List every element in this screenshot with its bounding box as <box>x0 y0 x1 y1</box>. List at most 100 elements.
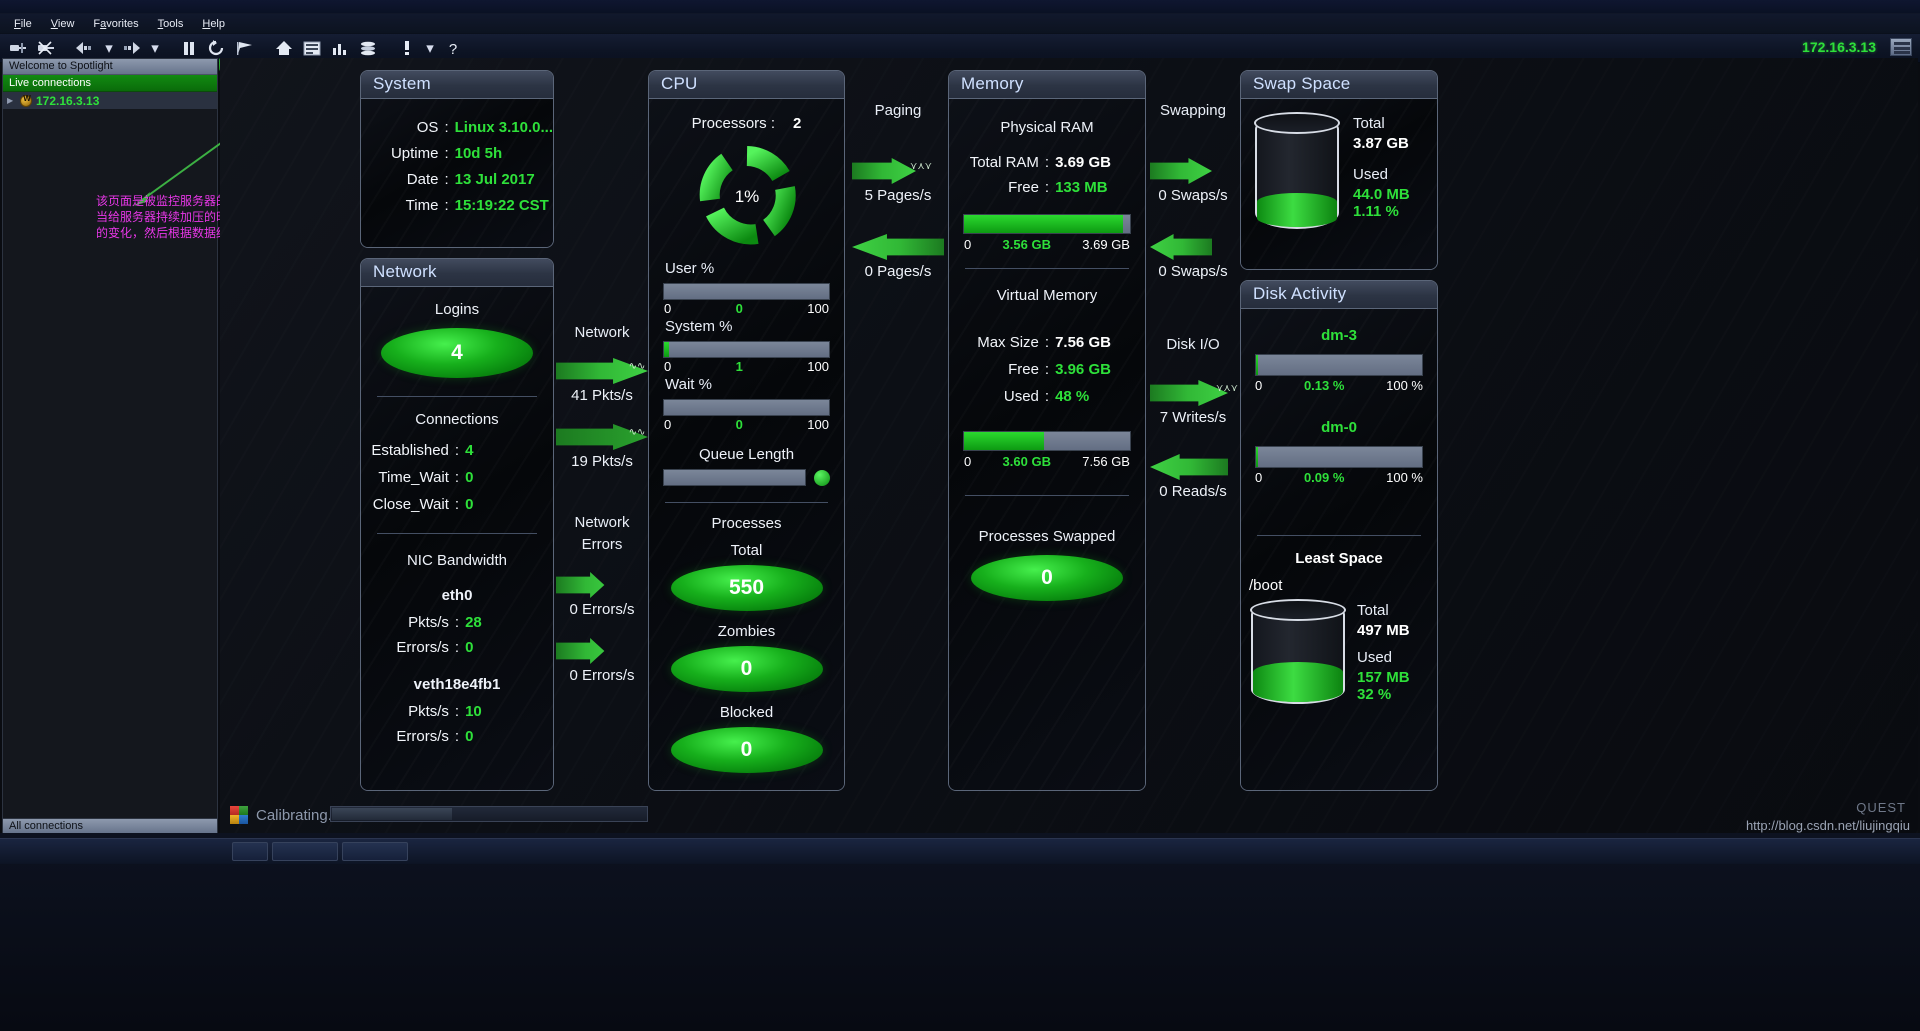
warning-icon <box>20 94 33 107</box>
menu-item-tools[interactable]: Tools <box>150 16 192 32</box>
nic-0-pkts-label: Pkts/s <box>408 614 449 631</box>
grid-icon[interactable] <box>299 36 325 60</box>
panel-network-body: Logins 4 Connections Established : 4 Tim… <box>361 287 553 790</box>
swap-used-value: 44.0 MB <box>1353 186 1410 203</box>
disk-dev-0-max: 100 % <box>1386 378 1423 393</box>
cpu-gauge-value-text: 1% <box>734 187 759 206</box>
tree-node-label: 172.16.3.13 <box>36 93 100 108</box>
taskbar-item-2[interactable] <box>272 842 338 861</box>
spotlight-window: File View Favorites Tools Help ▾ ▾ ▾ ? 1… <box>0 0 1920 1031</box>
database-icon[interactable] <box>355 36 381 60</box>
tree-group-live-connections[interactable]: Live connections <box>3 75 217 92</box>
proc-blocked-label: Blocked <box>719 704 774 721</box>
back-dropdown-icon[interactable]: ▾ <box>101 36 117 60</box>
sparkline-icon: ∿∿ <box>628 361 646 372</box>
nic-0-name: eth0 <box>441 587 473 604</box>
calibrating-label: Calibrating... <box>256 806 341 824</box>
refresh-icon[interactable] <box>204 36 230 60</box>
panel-swap-space: Swap Space Total 3.87 GB Used 44.0 MB 1.… <box>1240 70 1438 270</box>
alarm-icon[interactable] <box>394 36 420 60</box>
panel-memory-title: Memory <box>949 71 1145 99</box>
disk-dev-1-mid: 0.09 % <box>1303 470 1345 485</box>
chevron-right-icon[interactable]: ▶ <box>7 96 16 105</box>
sparkline-icon-disk: ⋎⋏⋎ <box>1216 383 1238 394</box>
taskbar-item-1[interactable] <box>232 842 268 861</box>
help-icon[interactable]: ? <box>440 36 466 60</box>
flow-neterr-label-1: Network <box>574 514 630 531</box>
flow-network-arrow-in[interactable]: ∿∿ <box>556 424 648 450</box>
network-logins-value: 4 <box>451 341 463 364</box>
flow-swapping-arrow-in[interactable] <box>1150 234 1236 260</box>
panel-memory: Memory Physical RAM Total RAM : 3.69 GB … <box>948 70 1146 791</box>
memory-divider-2 <box>965 495 1129 496</box>
swap-total-value: 3.87 GB <box>1353 135 1409 152</box>
proc-total-value: 550 <box>728 576 765 599</box>
back-icon[interactable] <box>73 36 99 60</box>
menu-item-view[interactable]: View <box>43 16 83 32</box>
disconnect-icon[interactable] <box>34 36 60 60</box>
swap-used-label: Used <box>1353 166 1389 183</box>
nic-1-err-colon: : <box>454 728 460 745</box>
flow-swapping: Swapping 0 Swaps/s 0 Swaps/s <box>1150 100 1236 280</box>
flow-diskio-arrow-reads[interactable] <box>1150 454 1236 480</box>
cpu-wait-bar <box>663 399 830 416</box>
forward-icon[interactable] <box>119 36 145 60</box>
panel-system-title: System <box>361 71 553 99</box>
vm-max-colon: : <box>1044 334 1050 351</box>
nic-0-err-value: 0 <box>465 639 474 656</box>
nic-1-pkts-value: 10 <box>465 703 482 720</box>
network-logins-gauge: 4 <box>381 328 533 378</box>
tree-header[interactable]: Welcome to Spotlight <box>3 59 217 75</box>
panel-cpu-body: Processors : 2 1% User % 0 0 100 System … <box>649 99 844 790</box>
disk-dev-1-max: 100 % <box>1386 470 1423 485</box>
flow-network-arrow-out[interactable]: ∿∿ <box>556 358 648 384</box>
flow-swapping-arrow-out[interactable] <box>1150 158 1236 184</box>
cpu-system-label: System % <box>665 318 733 335</box>
memory-virtual-label: Virtual Memory <box>996 287 1098 304</box>
forward-dropdown-icon[interactable]: ▾ <box>147 36 163 60</box>
menu-item-file[interactable]: File <box>6 16 40 32</box>
system-date-colon: : <box>444 171 449 188</box>
chart-icon[interactable] <box>327 36 353 60</box>
system-time-label: Time <box>405 197 439 214</box>
pause-icon[interactable] <box>176 36 202 60</box>
flag-icon[interactable] <box>232 36 258 60</box>
flow-diskio-label: Disk I/O <box>1166 336 1220 353</box>
conn-established-label: Established <box>371 442 449 459</box>
vm-bar-min: 0 <box>964 454 972 469</box>
menu-item-help[interactable]: Help <box>194 16 233 32</box>
cpu-processors-label: Processors : <box>691 115 775 132</box>
procs-swapped-gauge: 0 <box>971 555 1123 601</box>
proc-zombies-value: 0 <box>740 657 753 680</box>
tree-footer[interactable]: All connections <box>2 818 218 834</box>
flow-paging-arrow-in[interactable] <box>852 234 944 260</box>
flow-diskio-value-writes: 7 Writes/s <box>1159 409 1227 426</box>
proc-blocked-value: 0 <box>740 738 753 761</box>
mem-free-label: Free <box>1008 179 1039 196</box>
flow-paging-label: Paging <box>874 102 922 119</box>
panel-network: Network Logins 4 Connections Established… <box>360 258 554 791</box>
connect-icon[interactable] <box>6 36 32 60</box>
menu-item-favorites[interactable]: Favorites <box>85 16 146 32</box>
taskbar-item-3[interactable] <box>342 842 408 861</box>
flow-paging-arrow-out[interactable]: ⋎⋏⋎ <box>852 158 944 184</box>
flow-network-value-in: 19 Pkts/s <box>571 453 633 470</box>
disk-dev-0-bar <box>1255 354 1423 376</box>
disk-used-pct: 32 % <box>1357 686 1392 703</box>
flow-neterr-label-2: Errors <box>581 536 623 553</box>
procs-swapped-label: Processes Swapped <box>978 528 1116 545</box>
flow-neterr-arrow-in[interactable] <box>556 638 648 664</box>
mem-free-colon: : <box>1044 179 1050 196</box>
nic-0-err-colon: : <box>454 639 460 656</box>
swap-used-pct: 1.11 % <box>1353 203 1399 220</box>
network-connections-label: Connections <box>415 411 499 428</box>
mem-free-value: 133 MB <box>1055 179 1108 196</box>
home-icon[interactable] <box>271 36 297 60</box>
flow-neterr-arrow-out[interactable] <box>556 572 648 598</box>
panel-memory-body: Physical RAM Total RAM : 3.69 GB Free : … <box>949 99 1145 790</box>
flow-diskio-arrow-writes[interactable]: ⋎⋏⋎ <box>1150 380 1238 406</box>
alarm-dropdown-icon[interactable]: ▾ <box>422 36 438 60</box>
flow-network: Network ∿∿ 41 Pkts/s ∿∿ 19 Pkts/s <box>556 322 648 470</box>
server-icon[interactable] <box>1890 38 1912 56</box>
nic-0-pkts-colon: : <box>454 614 460 631</box>
